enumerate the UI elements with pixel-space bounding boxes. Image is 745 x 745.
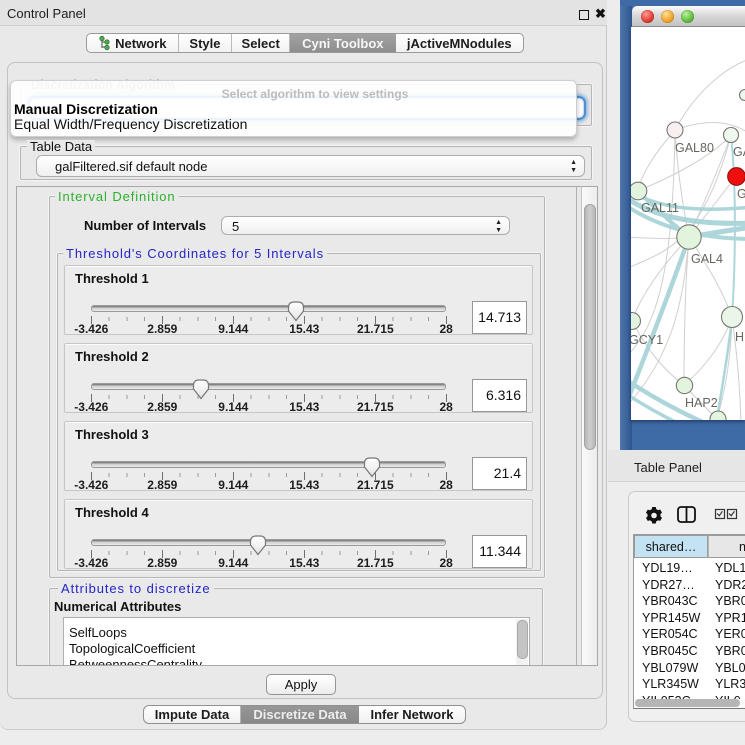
- svg-text:H: H: [735, 330, 744, 344]
- svg-text:GAL4: GAL4: [691, 252, 723, 266]
- svg-text:GA: GA: [733, 145, 745, 159]
- svg-text:HAP2: HAP2: [685, 396, 718, 410]
- svg-text:G: G: [737, 187, 745, 201]
- svg-text:GCY1: GCY1: [631, 333, 663, 347]
- svg-text:GAL11: GAL11: [641, 201, 679, 215]
- svg-text:GAL80: GAL80: [675, 141, 714, 155]
